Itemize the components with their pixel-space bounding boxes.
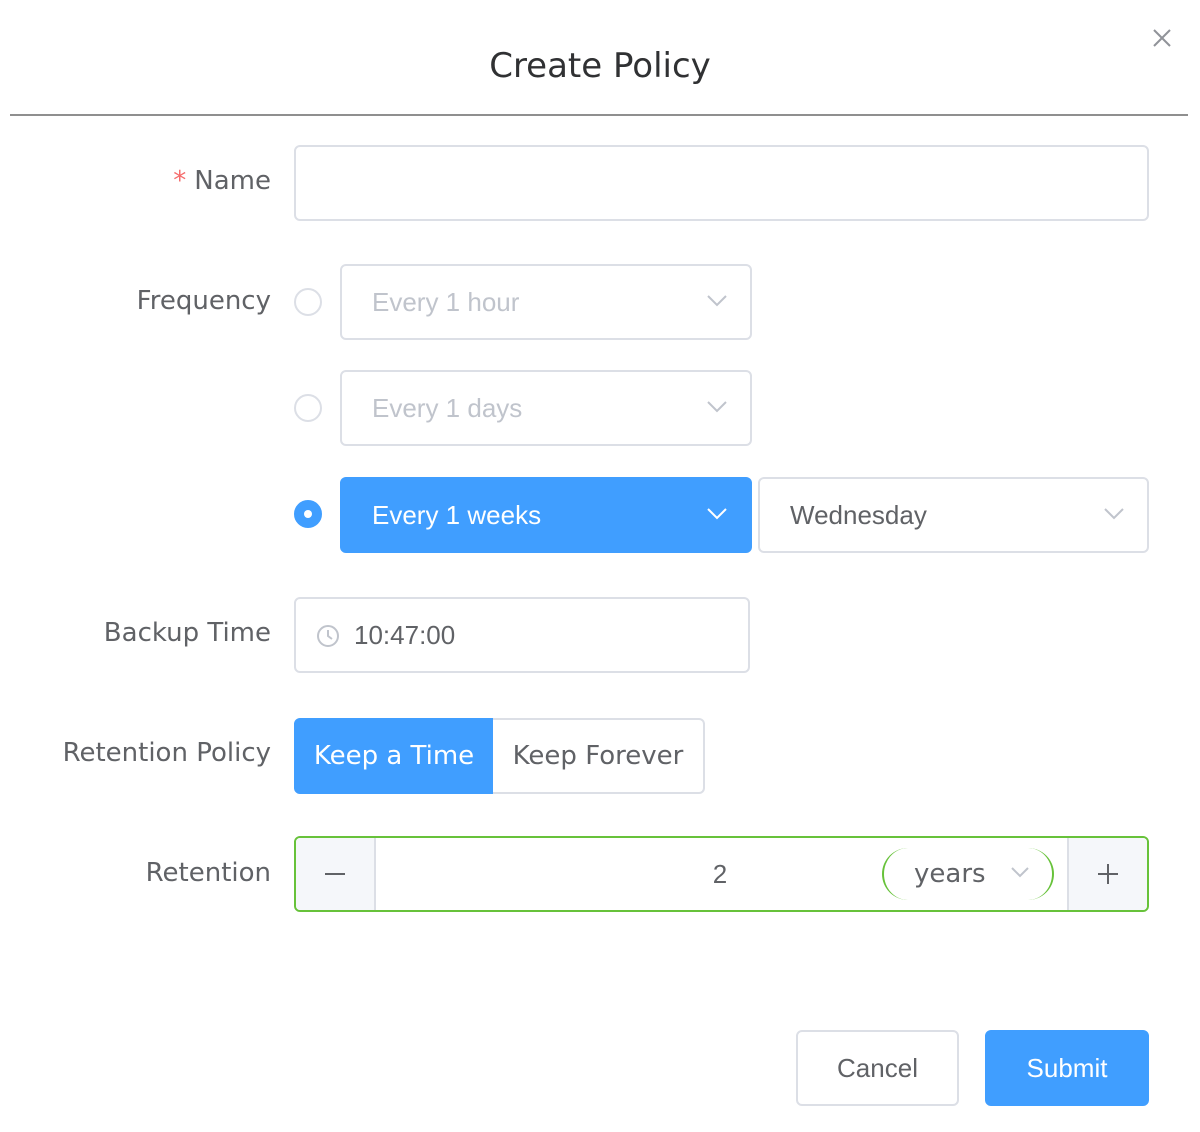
frequency-hour-select-value: Every 1 hour — [372, 287, 520, 317]
weekday-select[interactable]: Wednesday — [758, 477, 1149, 553]
decrease-button[interactable] — [296, 838, 376, 910]
minus-icon — [325, 873, 345, 875]
create-policy-dialog: Create Policy * Name Frequency Every 1 ho… — [0, 0, 1200, 1132]
backup-time-picker[interactable]: 10:47:00 — [294, 597, 750, 673]
frequency-label: Frequency — [136, 286, 271, 316]
plus-icon — [1098, 864, 1118, 884]
frequency-radio-hour[interactable] — [294, 288, 322, 316]
frequency-weeks-select-value: Every 1 weeks — [372, 500, 542, 530]
header-divider — [10, 114, 1188, 116]
submit-button[interactable]: Submit — [985, 1030, 1149, 1106]
name-label: * Name — [173, 166, 271, 196]
name-label-text: Name — [194, 166, 271, 196]
retention-unit-select[interactable]: years — [882, 848, 1054, 900]
chevron-down-icon — [707, 295, 727, 307]
retention-value[interactable]: 2 — [700, 838, 740, 910]
frequency-days-select[interactable]: Every 1 days — [340, 370, 752, 446]
increase-button[interactable] — [1067, 838, 1147, 910]
chevron-down-icon — [1104, 508, 1124, 520]
backup-time-value: 10:47:00 — [354, 620, 456, 650]
backup-time-label: Backup Time — [103, 618, 271, 648]
frequency-radio-days[interactable] — [294, 394, 322, 422]
frequency-hour-select[interactable]: Every 1 hour — [340, 264, 752, 340]
close-icon[interactable] — [1146, 22, 1178, 54]
retention-label: Retention — [145, 858, 271, 888]
weekday-select-value: Wednesday — [790, 500, 927, 530]
name-field-wrapper — [294, 145, 1149, 221]
clock-icon — [317, 625, 339, 647]
frequency-days-select-value: Every 1 days — [372, 393, 523, 423]
frequency-radio-weeks[interactable] — [294, 500, 322, 528]
radio-dot — [304, 510, 312, 518]
keep-forever-button[interactable]: Keep Forever — [493, 718, 705, 794]
chevron-down-icon — [707, 401, 727, 413]
frequency-weeks-select[interactable]: Every 1 weeks — [340, 477, 752, 553]
cancel-button[interactable]: Cancel — [796, 1030, 959, 1106]
keep-a-time-button[interactable]: Keep a Time — [294, 718, 494, 794]
chevron-down-icon — [707, 508, 727, 520]
required-mark: * — [173, 166, 187, 196]
dialog-title: Create Policy — [489, 46, 711, 86]
retention-unit-value: years — [914, 859, 986, 889]
name-input[interactable] — [296, 147, 1147, 219]
retention-stepper: 2 years — [294, 836, 1149, 912]
retention-policy-label: Retention Policy — [62, 738, 271, 768]
chevron-down-icon — [1011, 867, 1029, 878]
